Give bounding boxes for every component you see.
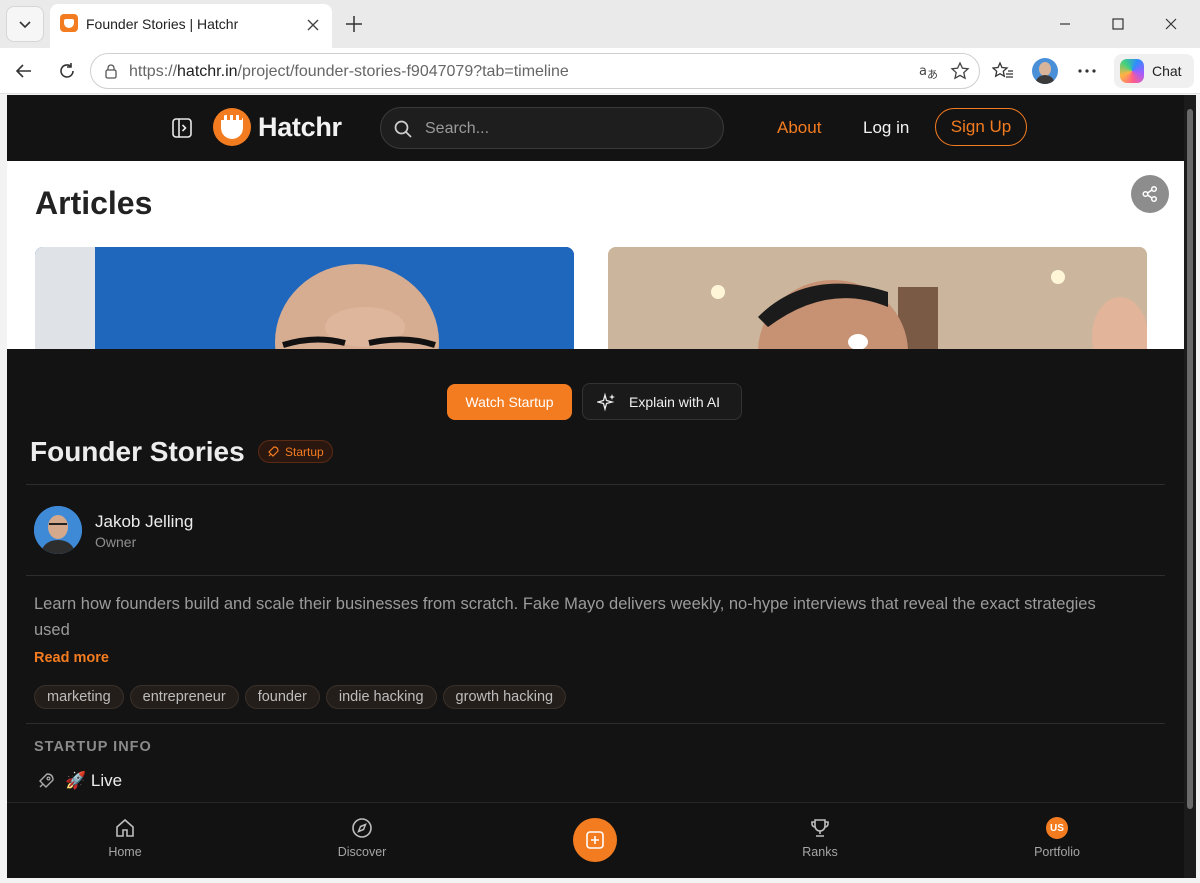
- rocket-icon: [268, 445, 279, 457]
- nav-portfolio[interactable]: US Portfolio: [1012, 817, 1102, 859]
- explain-with-ai-button[interactable]: Explain with AI: [582, 383, 742, 420]
- add-project-button[interactable]: [573, 818, 617, 862]
- owner-avatar[interactable]: [34, 506, 82, 554]
- search-input[interactable]: Search...: [380, 107, 724, 149]
- badge-label: Startup: [285, 444, 324, 459]
- url-scheme: https://: [129, 63, 178, 80]
- articles-heading: Articles: [35, 185, 153, 221]
- explain-label: Explain with AI: [629, 393, 721, 410]
- rocket-icon: [39, 773, 54, 788]
- nav-discover-label: Discover: [337, 845, 387, 859]
- scrollbar-thumb[interactable]: [1187, 109, 1193, 809]
- close-tab-icon[interactable]: [302, 14, 324, 36]
- minimize-button[interactable]: [1042, 8, 1088, 40]
- nav-ranks[interactable]: Ranks: [775, 817, 865, 859]
- status-row: 🚀 Live: [37, 771, 122, 791]
- hatchr-favicon-icon: [60, 14, 78, 32]
- copilot-icon: [1120, 59, 1144, 83]
- tab-actions-button[interactable]: [6, 6, 44, 42]
- tag-list: marketing entrepreneur founder indie hac…: [34, 685, 567, 709]
- favorite-star-icon[interactable]: [945, 56, 975, 86]
- login-link[interactable]: Log in: [863, 118, 909, 138]
- search-icon: [394, 120, 412, 138]
- tag-growth-hacking[interactable]: growth hacking: [442, 685, 567, 709]
- tag-entrepreneur[interactable]: entrepreneur: [129, 685, 239, 709]
- project-description: Learn how founders build and scale their…: [34, 595, 1096, 639]
- nav-home-label: Home: [108, 845, 142, 859]
- share-icon: [1142, 185, 1158, 203]
- hatchr-logo-icon[interactable]: [213, 108, 251, 146]
- copilot-chat-button[interactable]: Chat: [1114, 54, 1194, 88]
- divider: [26, 575, 1165, 576]
- trophy-icon: [811, 819, 829, 837]
- tag-indie-hacking[interactable]: indie hacking: [325, 685, 437, 709]
- minimize-icon: [1060, 23, 1070, 25]
- new-tab-button[interactable]: [340, 10, 368, 38]
- owner-name[interactable]: Jakob Jelling: [95, 512, 193, 532]
- svg-text:a: a: [919, 64, 927, 79]
- divider: [26, 484, 1165, 485]
- site-header: Hatchr Search... About Log in Sign Up: [7, 95, 1184, 161]
- bottom-navigation: Home Discover Ranks US Portfolio: [7, 802, 1184, 878]
- nav-portfolio-label: Portfolio: [1034, 845, 1080, 859]
- tag-marketing[interactable]: marketing: [34, 685, 124, 709]
- tag-founder[interactable]: founder: [244, 685, 320, 709]
- home-icon: [116, 818, 134, 837]
- plus-icon: [346, 16, 362, 32]
- compass-icon: [352, 818, 372, 838]
- share-button[interactable]: [1131, 175, 1169, 213]
- url-path: /project/founder-stories-f9047079?tab=ti…: [237, 63, 569, 80]
- back-button[interactable]: [8, 56, 40, 86]
- sidebar-toggle-icon[interactable]: [171, 117, 193, 139]
- owner-role: Owner: [95, 534, 137, 550]
- nav-discover[interactable]: Discover: [317, 817, 407, 859]
- svg-text:あ: あ: [927, 68, 938, 81]
- browser-tab-strip: Founder Stories | Hatchr: [0, 0, 1200, 48]
- url-host: hatchr.in: [177, 63, 238, 80]
- back-arrow-icon: [15, 64, 31, 78]
- project-title: Founder Stories: [30, 436, 245, 467]
- chevron-down-icon: [19, 21, 31, 29]
- url-text[interactable]: https://hatchr.in/project/founder-storie…: [129, 63, 569, 81]
- portfolio-avatar: US: [1046, 817, 1068, 839]
- page-scrollbar[interactable]: [1184, 95, 1196, 878]
- read-more-link[interactable]: Read more: [34, 650, 109, 666]
- maximize-button[interactable]: [1095, 8, 1141, 40]
- favorites-icon[interactable]: [988, 56, 1018, 86]
- close-window-button[interactable]: [1148, 8, 1194, 40]
- nav-ranks-label: Ranks: [802, 845, 838, 859]
- browser-toolbar: https://hatchr.in/project/founder-storie…: [0, 48, 1200, 94]
- sparkles-icon: [597, 392, 615, 411]
- startup-info-heading: STARTUP INFO: [34, 739, 152, 755]
- tab-title: Founder Stories | Hatchr: [86, 16, 239, 32]
- about-link[interactable]: About: [777, 118, 821, 138]
- page-viewport: Hatchr Search... About Log in Sign Up Ar…: [7, 95, 1184, 878]
- reload-icon: [60, 63, 74, 78]
- startup-badge: Startup: [258, 440, 333, 463]
- site-info-icon[interactable]: [103, 63, 119, 79]
- articles-section: Articles: [7, 161, 1184, 349]
- address-bar[interactable]: https://hatchr.in/project/founder-storie…: [90, 53, 980, 89]
- translate-icon[interactable]: aあ: [913, 56, 943, 86]
- article-thumbnail[interactable]: [35, 247, 574, 349]
- close-icon: [1165, 18, 1177, 30]
- divider: [26, 723, 1165, 724]
- search-placeholder: Search...: [425, 120, 490, 137]
- more-options-icon[interactable]: [1072, 56, 1102, 86]
- article-thumbnail[interactable]: [608, 247, 1147, 349]
- maximize-icon: [1112, 18, 1124, 30]
- profile-avatar[interactable]: [1030, 56, 1060, 86]
- browser-tab[interactable]: Founder Stories | Hatchr: [50, 4, 332, 48]
- reload-button[interactable]: [51, 56, 83, 86]
- status-value: 🚀 Live: [65, 771, 123, 790]
- watch-startup-button[interactable]: Watch Startup: [447, 384, 572, 420]
- logo-text[interactable]: Hatchr: [258, 112, 342, 143]
- signup-button[interactable]: Sign Up: [935, 108, 1027, 146]
- plus-square-icon: [586, 831, 604, 849]
- chat-label: Chat: [1152, 63, 1182, 79]
- nav-home[interactable]: Home: [80, 817, 170, 859]
